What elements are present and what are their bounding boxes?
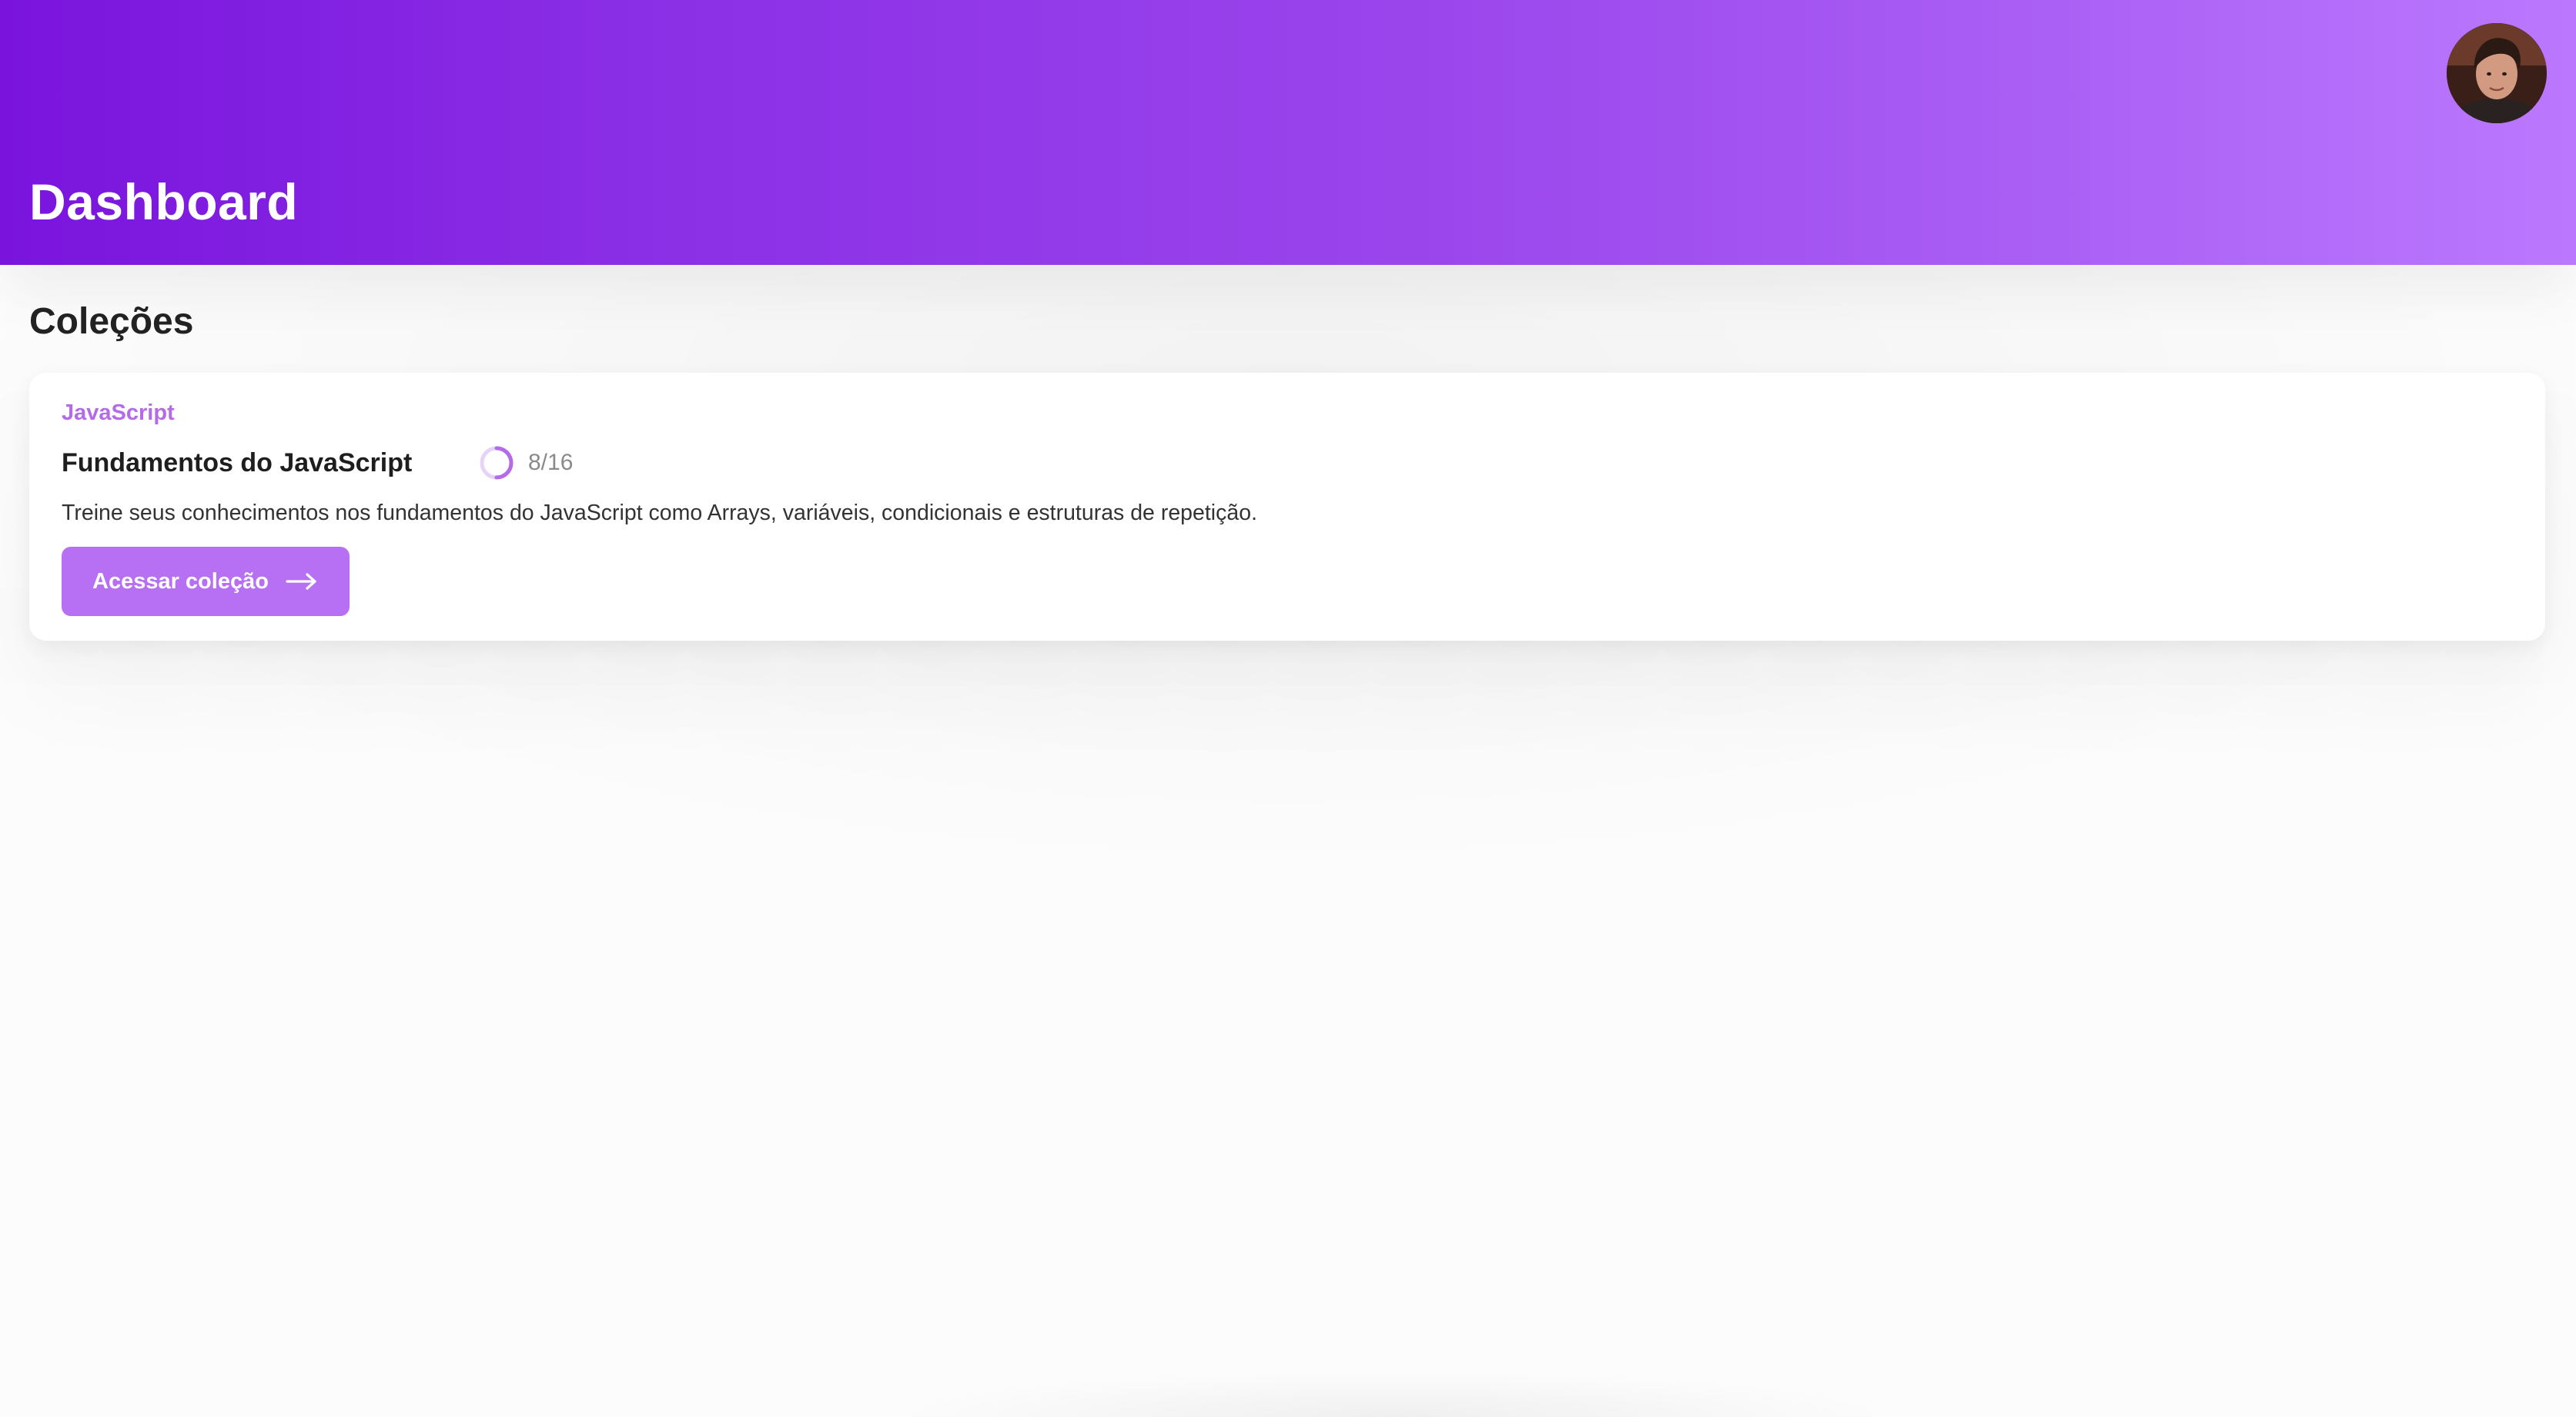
access-collection-button[interactable]: Acessar coleção (62, 547, 350, 616)
collection-description: Treine seus conhecimentos nos fundamento… (62, 501, 1257, 525)
collection-category: JavaScript (62, 400, 175, 425)
user-avatar[interactable] (2447, 23, 2547, 123)
collection-progress: 8/16 (479, 445, 573, 481)
collection-card: JavaScript Fundamentos do JavaScript 8/1… (29, 373, 2545, 641)
bottom-shadow (885, 1371, 1902, 1417)
access-collection-label: Acessar coleção (92, 569, 269, 594)
header-banner: Dashboard (0, 0, 2576, 265)
page-title: Dashboard (29, 173, 299, 230)
progress-count: 8/16 (528, 450, 574, 475)
avatar-photo-icon (2447, 23, 2547, 123)
progress-ring-icon (480, 446, 514, 480)
collection-title: Fundamentos do JavaScript (62, 448, 413, 477)
arrow-right-icon (286, 573, 316, 590)
section-title-colecoes: Coleções (29, 301, 194, 342)
